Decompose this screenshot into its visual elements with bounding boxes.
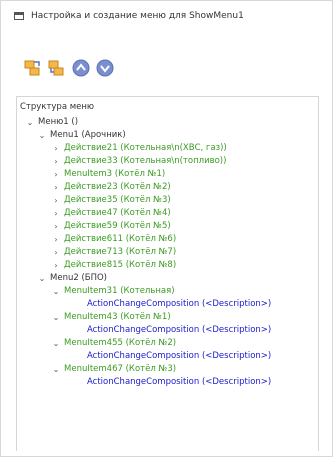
tree-node-menu1[interactable]: ⌄ Menu1 (Арочник) [37,128,126,142]
chevron-down-icon[interactable]: ⌄ [51,339,61,348]
chevron-right-icon[interactable]: › [51,196,61,205]
tree-item[interactable]: › Действие713 (Котёл №7) [51,245,176,259]
tree-item-label: MenuItem43 (Котёл №1) [64,312,171,322]
window-icon [14,12,24,20]
move-up-button[interactable] [71,58,91,78]
tree-node-label: Menu1 (Арочник) [50,130,126,140]
chevron-down-icon[interactable]: ⌄ [37,274,47,283]
chevron-right-icon[interactable]: › [51,183,61,192]
chevron-right-icon[interactable]: › [51,209,61,218]
tree-item-label: MenuItem3 (Котёл №1) [64,169,166,179]
tree-item[interactable]: ⌄ MenuItem31 (Котельная) [51,284,175,298]
panel-header: Структура меню [20,102,95,112]
tree-item[interactable]: › Действие611 (Котёл №6) [51,232,176,246]
tree-node-label: Меню1 () [38,117,79,127]
tree-item-label: Действие713 (Котёл №7) [64,247,177,257]
tree-action-item[interactable]: ActionChangeComposition (<Description>) [87,349,271,363]
add-subitem-icon [48,59,66,77]
move-up-icon [72,59,90,77]
tree-action-item[interactable]: ActionChangeComposition (<Description>) [87,297,271,311]
add-item-button[interactable] [23,58,43,78]
tree-action-label: ActionChangeComposition (<Description>) [87,325,272,335]
tree-item-label: MenuItem467 (Котёл №3) [64,364,177,374]
tree-item-label: Действие59 (Котёл №5) [64,221,171,231]
tree-item[interactable]: › Действие35 (Котёл №3) [51,193,171,207]
tree-item-label: Действие611 (Котёл №6) [64,234,177,244]
tree-action-item[interactable]: ActionChangeComposition (<Description>) [87,323,271,337]
tree-item[interactable]: › Действие815 (Котёл №8) [51,258,176,272]
tree-item-label: MenuItem31 (Котельная) [64,286,175,296]
chevron-down-icon[interactable]: ⌄ [51,365,61,374]
window-title: Настройка и создание меню для ShowMenu1 [31,11,244,21]
tree-item-label: Действие23 (Котёл №2) [64,182,171,192]
chevron-down-icon[interactable]: ⌄ [37,131,47,140]
tree-item[interactable]: › Действие59 (Котёл №5) [51,219,171,233]
chevron-right-icon[interactable]: › [51,222,61,231]
tree-action-item[interactable]: ActionChangeComposition (<Description>) [87,375,271,389]
chevron-right-icon[interactable]: › [51,144,61,153]
chevron-down-icon[interactable]: ⌄ [51,313,61,322]
tree-action-label: ActionChangeComposition (<Description>) [87,377,272,387]
tree-item[interactable]: › MenuItem3 (Котёл №1) [51,167,165,181]
tree-item[interactable]: › Действие21 (Котельная\n(ХВС, газ)) [51,141,227,155]
chevron-down-icon[interactable]: ⌄ [25,118,35,127]
tree-node-root[interactable]: ⌄ Меню1 () [25,115,78,129]
tree-action-label: ActionChangeComposition (<Description>) [87,351,272,361]
tree-item-label: MenuItem455 (Котёл №2) [64,338,177,348]
tree-action-label: ActionChangeComposition (<Description>) [87,299,272,309]
tree-item-label: Действие33 (Котельная\n(топливо)) [64,156,227,166]
tree-item[interactable]: › Действие47 (Котёл №4) [51,206,171,220]
chevron-down-icon[interactable]: ⌄ [51,287,61,296]
tree-item-label: Действие35 (Котёл №3) [64,195,171,205]
tree-item[interactable]: ⌄ MenuItem43 (Котёл №1) [51,310,171,324]
add-subitem-button[interactable] [47,58,67,78]
chevron-right-icon[interactable]: › [51,261,61,270]
tree-item-label: Действие21 (Котельная\n(ХВС, газ)) [64,143,227,153]
tree-item-label: Действие47 (Котёл №4) [64,208,171,218]
tree-node-label: Menu2 (БПО) [50,273,107,283]
move-down-icon [96,59,114,77]
toolbar [23,57,115,79]
tree-item[interactable]: › Действие33 (Котельная\n(топливо)) [51,154,226,168]
title-bar: Настройка и создание меню для ShowMenu1 [1,1,332,31]
tree-node-menu2[interactable]: ⌄ Menu2 (БПО) [37,271,107,285]
menu-structure-panel: Структура меню ⌄ Меню1 () ⌄ Menu1 (Арочн… [16,96,319,451]
add-item-icon [24,59,42,77]
chevron-right-icon[interactable]: › [51,170,61,179]
menu-settings-window: Настройка и создание меню для ShowMenu1 [0,0,333,457]
tree-item-label: Действие815 (Котёл №8) [64,260,177,270]
chevron-right-icon[interactable]: › [51,235,61,244]
chevron-right-icon[interactable]: › [51,248,61,257]
tree-item[interactable]: ⌄ MenuItem455 (Котёл №2) [51,336,176,350]
move-down-button[interactable] [95,58,115,78]
tree-item[interactable]: ⌄ MenuItem467 (Котёл №3) [51,362,176,376]
chevron-right-icon[interactable]: › [51,157,61,166]
tree-item[interactable]: › Действие23 (Котёл №2) [51,180,171,194]
